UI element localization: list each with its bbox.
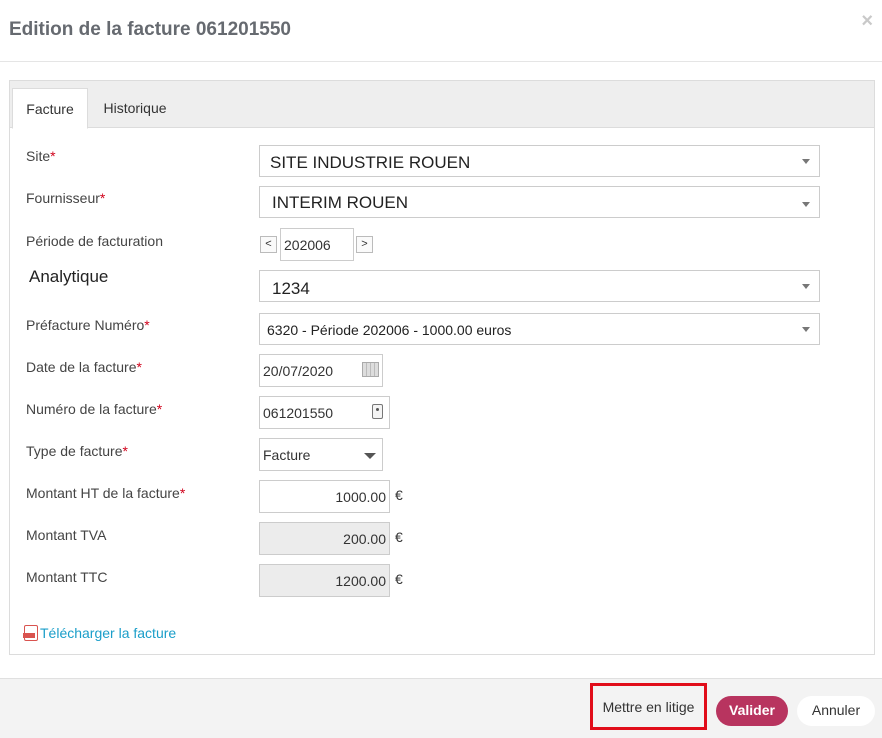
montant-tva-currency: €	[395, 529, 403, 545]
prefacture-select[interactable]: 6320 - Période 202006 - 1000.00 euros	[259, 313, 820, 345]
fournisseur-select[interactable]: INTERIM ROUEN	[259, 186, 820, 218]
period-next-button[interactable]: >	[356, 236, 373, 253]
id-card-icon	[372, 404, 383, 419]
pdf-icon[interactable]	[23, 625, 38, 641]
type-select[interactable]: Facture	[259, 438, 383, 471]
chevron-down-icon	[802, 159, 810, 164]
montant-ht-input[interactable]: 1000.00	[259, 480, 390, 513]
numero-input-value: 061201550	[263, 405, 334, 421]
analytique-select[interactable]: 1234	[259, 270, 820, 302]
date-input-value: 20/07/2020	[263, 363, 334, 379]
chevron-down-icon	[802, 327, 810, 332]
site-select-value: SITE INDUSTRIE ROUEN	[270, 153, 471, 172]
tab-bar: Facture Historique	[10, 81, 874, 129]
analytique-select-value: 1234	[272, 279, 310, 298]
montant-tva-label: Montant TVA	[26, 527, 107, 543]
invoice-panel: Facture Historique Site* SITE INDUSTRIE …	[9, 80, 875, 655]
analytique-label: Analytique	[29, 267, 109, 286]
validate-button[interactable]: Valider	[716, 696, 788, 726]
numero-label: Numéro de la facture*	[26, 401, 163, 417]
site-label: Site*	[26, 148, 56, 164]
period-prev-button[interactable]: <	[260, 236, 277, 253]
chevron-down-icon	[802, 202, 810, 207]
cancel-button[interactable]: Annuler	[797, 696, 875, 726]
periode-label: Période de facturation	[26, 233, 163, 249]
numero-input[interactable]: 061201550	[259, 396, 390, 429]
calendar-icon[interactable]	[362, 362, 379, 377]
montant-ttc-currency: €	[395, 571, 403, 587]
montant-ttc-label: Montant TTC	[26, 569, 108, 585]
montant-ht-currency: €	[395, 487, 403, 503]
prefacture-select-value: 6320 - Période 202006 - 1000.00 euros	[267, 322, 512, 338]
prefacture-label: Préfacture Numéro*	[26, 317, 150, 333]
montant-ht-label: Montant HT de la facture*	[26, 485, 186, 501]
chevron-down-icon	[364, 453, 376, 459]
chevron-down-icon	[802, 284, 810, 289]
dispute-button[interactable]: Mettre en litige	[590, 683, 707, 730]
date-input[interactable]: 20/07/2020	[259, 354, 383, 387]
type-select-value: Facture	[263, 447, 311, 463]
fournisseur-label: Fournisseur*	[26, 190, 106, 206]
date-label: Date de la facture*	[26, 359, 142, 375]
montant-ttc-input: 1200.00	[259, 564, 390, 597]
close-icon[interactable]: ×	[861, 10, 873, 33]
period-input[interactable]: 202006	[280, 228, 354, 261]
modal-title: Edition de la facture 061201550	[9, 19, 291, 40]
tab-historique[interactable]: Historique	[90, 88, 180, 129]
download-invoice-link[interactable]: Télécharger la facture	[40, 625, 176, 641]
modal-header: Edition de la facture 061201550 ×	[0, 0, 882, 62]
fournisseur-select-value: INTERIM ROUEN	[272, 193, 408, 212]
site-select[interactable]: SITE INDUSTRIE ROUEN	[259, 145, 820, 177]
montant-tva-input: 200.00	[259, 522, 390, 555]
tab-facture[interactable]: Facture	[12, 88, 88, 129]
type-label: Type de facture*	[26, 443, 128, 459]
